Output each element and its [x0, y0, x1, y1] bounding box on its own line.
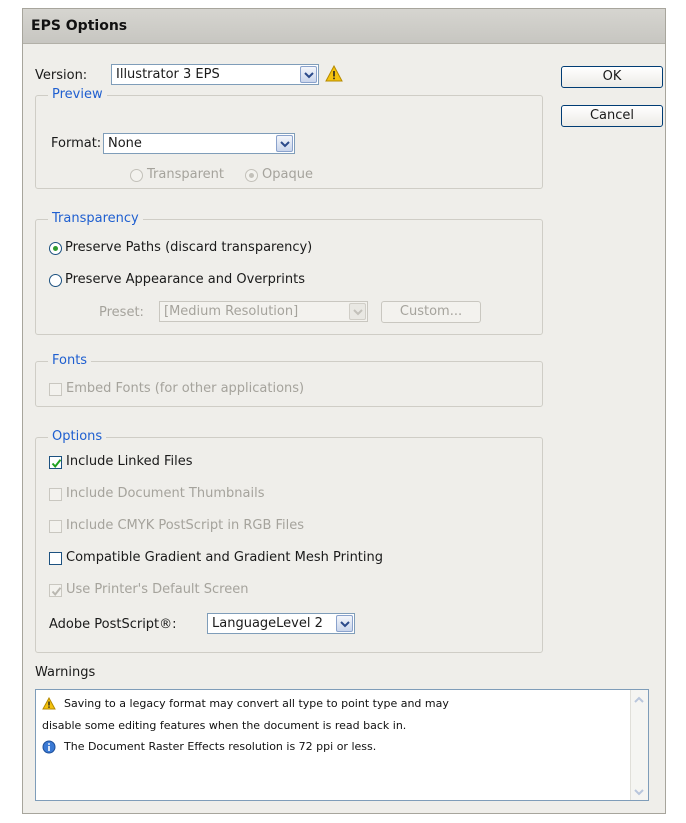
preserve-paths-label: Preserve Paths (discard transparency) — [65, 240, 313, 255]
warning-icon — [42, 696, 56, 713]
ok-button[interactable]: OK — [561, 66, 663, 88]
include-linked-checkbox[interactable] — [49, 456, 62, 469]
warning-icon — [325, 64, 343, 86]
title-bar: EPS Options — [23, 9, 665, 44]
transparent-label: Transparent — [147, 167, 224, 182]
preserve-paths-radio[interactable] — [49, 242, 62, 255]
chevron-up-icon[interactable] — [634, 694, 644, 707]
compatible-gradient-checkbox[interactable] — [49, 552, 62, 565]
use-printer-screen-checkbox[interactable] — [49, 584, 62, 597]
fonts-legend: Fonts — [48, 353, 92, 368]
include-cmyk-checkbox[interactable] — [49, 520, 62, 533]
options-legend: Options — [48, 429, 107, 444]
preset-label: Preset: — [99, 305, 144, 320]
preset-value: [Medium Resolution] — [164, 304, 299, 319]
include-cmyk-label: Include CMYK PostScript in RGB Files — [66, 518, 305, 533]
embed-fonts-checkbox[interactable] — [49, 383, 62, 396]
warnings-label: Warnings — [35, 665, 96, 680]
transparent-radio[interactable] — [130, 169, 143, 182]
use-printer-screen-label: Use Printer's Default Screen — [66, 582, 249, 597]
preset-select[interactable]: [Medium Resolution] — [159, 301, 368, 322]
preserve-appearance-label: Preserve Appearance and Overprints — [65, 272, 305, 287]
postscript-value: LanguageLevel 2 — [212, 616, 323, 631]
postscript-label: Adobe PostScript®: — [49, 617, 177, 632]
info-icon — [42, 740, 56, 757]
chevron-down-icon[interactable] — [276, 135, 293, 152]
compatible-gradient-label: Compatible Gradient and Gradient Mesh Pr… — [66, 550, 384, 565]
include-thumbnails-label: Include Document Thumbnails — [66, 486, 265, 501]
embed-fonts-label: Embed Fonts (for other applications) — [66, 381, 305, 396]
chevron-down-icon[interactable] — [349, 303, 366, 320]
version-value: Illustrator 3 EPS — [116, 67, 220, 82]
warning-line-2: disable some editing features when the d… — [42, 719, 407, 732]
format-label: Format: — [51, 136, 102, 151]
dialog-title: EPS Options — [31, 18, 128, 34]
include-linked-label: Include Linked Files — [66, 454, 193, 469]
info-line: The Document Raster Effects resolution i… — [64, 740, 377, 753]
chevron-down-icon[interactable] — [300, 66, 317, 83]
warning-line-1: Saving to a legacy format may convert al… — [64, 697, 449, 710]
chevron-down-icon[interactable] — [634, 786, 644, 799]
include-thumbnails-checkbox[interactable] — [49, 488, 62, 501]
version-label: Version: — [35, 68, 88, 83]
format-value: None — [108, 136, 142, 151]
opaque-label: Opaque — [262, 167, 313, 182]
version-select[interactable]: Illustrator 3 EPS — [111, 64, 319, 85]
chevron-down-icon[interactable] — [336, 615, 353, 632]
preserve-appearance-radio[interactable] — [49, 274, 62, 287]
transparency-legend: Transparency — [48, 211, 143, 226]
warnings-box: Saving to a legacy format may convert al… — [35, 689, 649, 801]
opaque-radio[interactable] — [245, 169, 258, 182]
cancel-button[interactable]: Cancel — [561, 105, 663, 127]
postscript-select[interactable]: LanguageLevel 2 — [207, 613, 355, 634]
preview-legend: Preview — [48, 87, 107, 102]
custom-button[interactable]: Custom... — [381, 301, 481, 323]
format-select[interactable]: None — [103, 133, 295, 154]
eps-options-dialog: EPS Options Version: Illustrator 3 EPS O… — [22, 8, 666, 814]
warnings-scrollbar[interactable] — [630, 690, 648, 800]
